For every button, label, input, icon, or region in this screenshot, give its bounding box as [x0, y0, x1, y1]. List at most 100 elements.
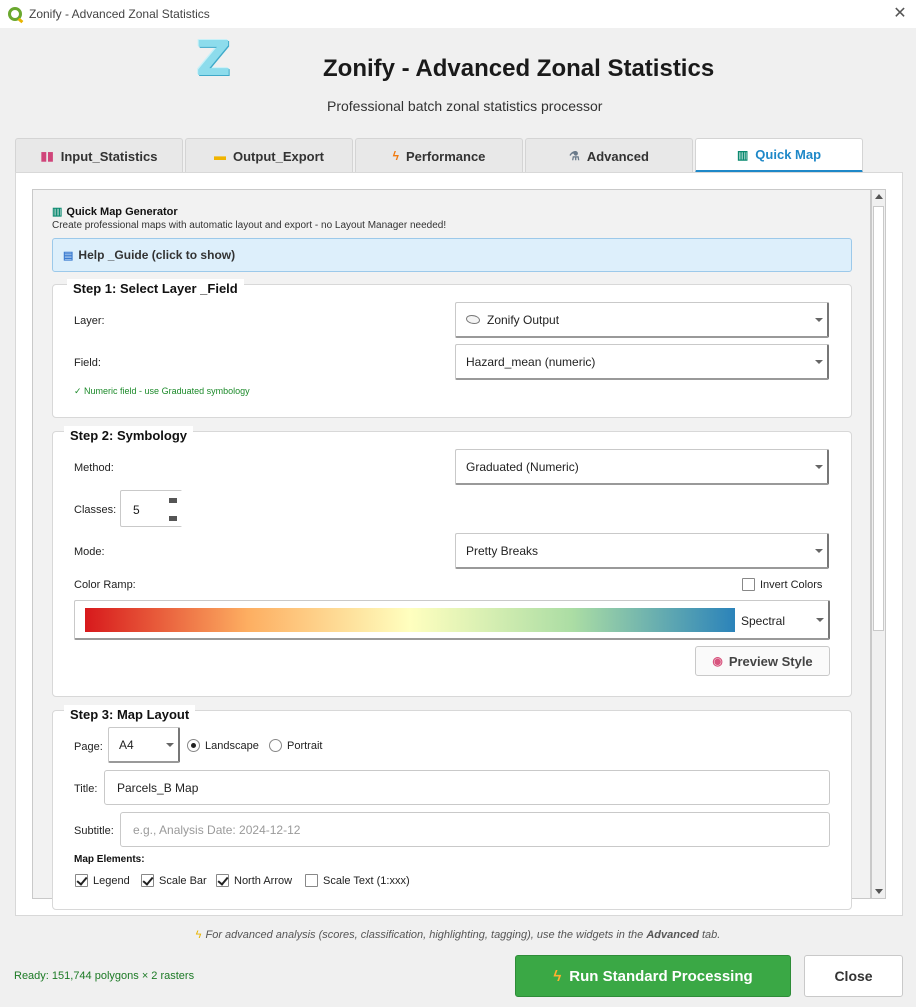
map-title-label: Title: — [74, 783, 98, 795]
color-ramp-name: Spectral — [741, 614, 786, 628]
quick-map-title: ▥ Quick Map Generator — [52, 206, 178, 218]
preview-style-label: Preview Style — [728, 653, 813, 669]
portrait-label: Portrait — [287, 739, 323, 752]
app-title: Zonify - Advanced Zonal Statistics — [323, 55, 715, 82]
scroll-down-icon[interactable] — [875, 889, 883, 894]
field-value: Hazard_mean (numeric) — [466, 354, 596, 369]
scale-text-checkbox[interactable]: Scale Text (1:xxx) — [305, 874, 410, 887]
status-text: Ready: 151,744 polygons × 2 rasters — [14, 970, 195, 982]
map-icon: ▥ — [736, 147, 749, 162]
method-select[interactable]: Graduated (Numeric) — [455, 449, 829, 485]
quick-map-description: Create professional maps with automatic … — [52, 220, 447, 231]
invert-colors-checkbox[interactable]: Invert Colors — [742, 578, 822, 591]
radio-button[interactable] — [269, 739, 282, 752]
field-label: Field: — [74, 357, 101, 369]
app-subtitle: Professional batch zonal statistics proc… — [327, 98, 603, 114]
close-button[interactable]: Close — [804, 955, 903, 997]
scroll-up-icon[interactable] — [875, 194, 883, 199]
scrollbar-thumb[interactable] — [873, 206, 884, 631]
help-guide-toggle[interactable]: ▤ Help _Guide (click to show) — [52, 238, 852, 272]
landscape-radio[interactable]: Landscape — [187, 739, 259, 752]
north-arrow-checkbox[interactable]: North Arrow — [216, 874, 292, 887]
layer-label: Layer: — [74, 315, 105, 327]
mode-label: Mode: — [74, 546, 105, 558]
chevron-down-icon — [815, 318, 823, 322]
advanced-note: ϟ For advanced analysis (scores, classifi… — [195, 929, 721, 941]
chevron-down-icon — [166, 743, 174, 747]
tab-label: Input_Statistics — [60, 148, 158, 164]
map-subtitle-label: Subtitle: — [74, 825, 114, 837]
legend-checkbox[interactable]: Legend — [75, 874, 130, 887]
map-icon: ▥ — [52, 206, 63, 218]
layer-select[interactable]: Zonify Output — [455, 302, 829, 338]
tab-label: Quick Map — [755, 147, 822, 162]
bar-chart-icon: ▮▮ — [40, 149, 54, 163]
help-guide-label: Help _Guide (click to show) — [78, 248, 236, 262]
method-label: Method: — [74, 462, 114, 474]
classes-value: 5 — [133, 503, 140, 517]
field-select[interactable]: Hazard_mean (numeric) — [455, 344, 829, 380]
increment-icon[interactable] — [169, 498, 177, 503]
vertical-scrollbar[interactable] — [871, 189, 886, 899]
polygon-layer-icon — [466, 315, 480, 324]
layer-value: Zonify Output — [487, 312, 560, 327]
color-ramp-select[interactable]: Spectral — [74, 600, 830, 640]
scale-bar-label: Scale Bar — [159, 874, 207, 887]
portrait-radio[interactable]: Portrait — [269, 739, 322, 752]
radio-button[interactable] — [187, 739, 200, 752]
classes-spinbox[interactable]: 5 — [120, 490, 182, 527]
page-size-value: A4 — [119, 737, 134, 752]
color-ramp-label: Color Ramp: — [74, 579, 136, 591]
color-ramp-preview — [85, 608, 735, 632]
invert-colors-label: Invert Colors — [760, 578, 823, 591]
page-label: Page: — [74, 741, 103, 753]
tab-label: Output_Export — [233, 148, 324, 164]
window-titlebar: Zonify - Advanced Zonal Statistics ✕ — [0, 0, 916, 28]
tab-label: Performance — [405, 148, 486, 164]
decrement-icon[interactable] — [169, 516, 177, 521]
scale-bar-checkbox[interactable]: Scale Bar — [141, 874, 207, 887]
chevron-down-icon — [816, 618, 824, 622]
map-subtitle-input[interactable]: e.g., Analysis Date: 2024-12-12 — [120, 812, 830, 847]
lightbulb-icon: ϟ — [195, 929, 202, 941]
map-elements-label: Map Elements: — [74, 854, 145, 865]
microscope-icon: ⚗ — [569, 149, 580, 163]
tab-performance[interactable]: ϟ Performance — [355, 138, 523, 173]
map-subtitle-placeholder: e.g., Analysis Date: 2024-12-12 — [133, 822, 301, 837]
run-standard-processing-button[interactable]: ϟ Run Standard Processing — [515, 955, 791, 997]
north-arrow-label: North Arrow — [234, 874, 293, 887]
book-icon: ▤ — [63, 249, 74, 262]
chevron-down-icon — [815, 549, 823, 553]
page-size-select[interactable]: A4 — [108, 727, 180, 763]
window-close-icon[interactable]: ✕ — [890, 4, 910, 24]
qgis-logo-icon — [8, 7, 22, 21]
checkbox[interactable] — [216, 874, 229, 887]
landscape-label: Landscape — [205, 739, 259, 752]
checkbox[interactable] — [742, 578, 755, 591]
map-title-value: Parcels_B Map — [117, 780, 199, 795]
close-label: Close — [834, 968, 873, 984]
chevron-down-icon — [815, 465, 823, 469]
mode-select[interactable]: Pretty Breaks — [455, 533, 829, 569]
tab-label: Advanced — [586, 148, 649, 164]
spin-buttons — [164, 491, 182, 526]
checkbox[interactable] — [305, 874, 318, 887]
tab-quick-map[interactable]: ▥ Quick Map — [695, 138, 863, 173]
step1-title: Step 1: Select Layer _Field — [67, 279, 244, 299]
palette-icon: ◉ — [712, 654, 723, 668]
tab-input-statistics[interactable]: ▮▮ Input_Statistics — [15, 138, 183, 173]
preview-style-button[interactable]: ◉ Preview Style — [695, 646, 830, 676]
zonify-logo-icon: Z — [196, 31, 231, 87]
run-label: Run Standard Processing — [569, 967, 753, 985]
lightning-icon: ϟ — [392, 149, 399, 163]
tab-output-export[interactable]: ▬ Output_Export — [185, 138, 353, 173]
mode-value: Pretty Breaks — [466, 543, 539, 558]
checkbox[interactable] — [75, 874, 88, 887]
field-hint: ✓ Numeric field - use Graduated symbolog… — [74, 386, 250, 396]
map-title-input[interactable]: Parcels_B Map — [104, 770, 830, 805]
tab-advanced[interactable]: ⚗ Advanced — [525, 138, 693, 173]
classes-label: Classes: — [74, 504, 117, 516]
scale-text-label: Scale Text (1:xxx) — [323, 874, 410, 887]
method-value: Graduated (Numeric) — [466, 459, 579, 474]
checkbox[interactable] — [141, 874, 154, 887]
